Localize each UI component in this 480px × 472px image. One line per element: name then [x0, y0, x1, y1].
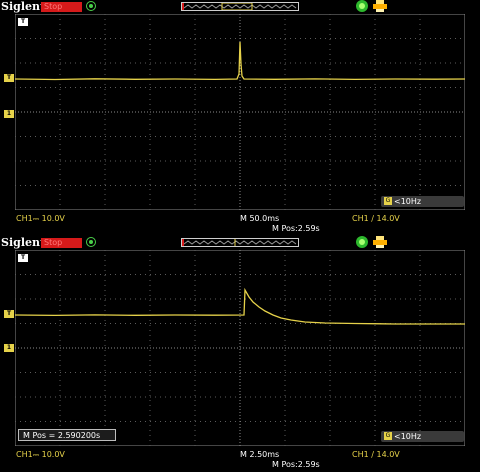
memory-bar — [181, 2, 299, 11]
memory-waveform-icon — [182, 3, 297, 10]
ch1-offset-marker[interactable]: 1 — [4, 344, 14, 352]
trigger-position-marker: T — [18, 254, 28, 262]
trigger-status: CH1 ∕ 14.0V — [352, 214, 400, 223]
printer-icon[interactable] — [373, 236, 387, 248]
waveform-grid — [15, 14, 465, 210]
trigger-position-marker: T — [18, 18, 28, 26]
trigger-icon — [86, 237, 96, 247]
waveform-display — [15, 250, 465, 446]
frequency-icon: G — [384, 197, 392, 205]
trigger-status: CH1 ∕ 14.0V — [352, 450, 400, 459]
waveform-display — [15, 14, 465, 210]
usb-icon[interactable] — [356, 0, 368, 12]
ch1-scale: CH1⎓ 10.0V — [16, 450, 65, 459]
usb-icon[interactable] — [356, 236, 368, 248]
m-pos-status: M Pos:2.59s — [272, 224, 320, 233]
waveform-grid — [15, 250, 465, 446]
trigger-icon — [86, 1, 96, 11]
status-header: Siglent Stop — [0, 0, 480, 14]
frequency-readout: G <10Hz — [381, 196, 464, 207]
ch1-offset-marker[interactable]: 1 — [4, 110, 14, 118]
scope-screen-top: Siglent Stop T T 1 G <10Hz CH1⎓ 10.0V M … — [0, 0, 480, 236]
brand-logo: Siglent — [1, 0, 46, 13]
status-header: Siglent Stop — [0, 236, 480, 250]
trigger-level-marker[interactable]: T — [4, 310, 14, 318]
run-state-badge[interactable]: Stop — [41, 2, 82, 12]
timebase: M 50.0ms — [240, 214, 280, 223]
m-pos-status: M Pos:2.59s — [272, 460, 320, 469]
run-state-badge[interactable]: Stop — [41, 238, 82, 248]
frequency-value: <10Hz — [394, 432, 422, 441]
scope-screen-bottom: Siglent Stop T T 1 M Pos = 2.590200s G <… — [0, 236, 480, 472]
ch1-trace — [15, 41, 465, 81]
memory-bar — [181, 238, 299, 247]
frequency-value: <10Hz — [394, 197, 422, 206]
trigger-level-marker[interactable]: T — [4, 74, 14, 82]
m-pos-popup: M Pos = 2.590200s — [18, 429, 116, 441]
frequency-readout: G <10Hz — [381, 431, 464, 442]
brand-logo: Siglent — [1, 236, 46, 249]
ch1-scale: CH1⎓ 10.0V — [16, 214, 65, 223]
memory-waveform-icon — [182, 239, 297, 246]
printer-icon[interactable] — [373, 0, 387, 12]
timebase: M 2.50ms — [240, 450, 280, 459]
frequency-icon: G — [384, 432, 392, 440]
